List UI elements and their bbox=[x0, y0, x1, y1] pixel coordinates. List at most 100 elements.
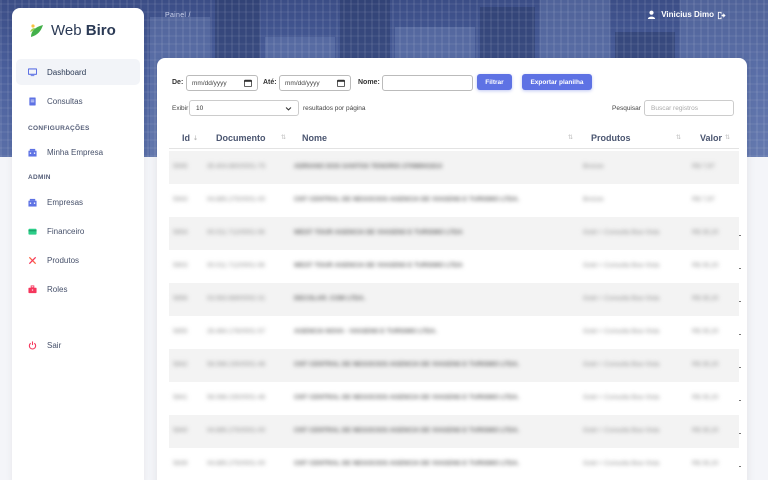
search-placeholder: Buscar registros bbox=[651, 104, 698, 112]
cell-id: 5842 bbox=[173, 361, 188, 368]
cell-product: Gold + Consulta Boa Vista bbox=[583, 295, 660, 302]
column-header-valor[interactable]: Valor bbox=[700, 133, 722, 143]
sidebar: Web Biro Dashboard Consultas CONFIGURAÇÕ… bbox=[12, 8, 144, 480]
cell-name: AGENCIA NOVA - VIAGENS E TURISMO LTDA. bbox=[294, 328, 438, 335]
column-header-id[interactable]: Id ⇣ bbox=[182, 133, 198, 143]
leaf-logo-icon bbox=[30, 23, 43, 37]
cell-value: R$ 7,97 bbox=[692, 163, 715, 170]
cell-value: R$ 35,20 bbox=[692, 361, 719, 368]
cell-name: WEST TOUR AGENCIA DE VIAGENS E TURISMO L… bbox=[294, 262, 463, 269]
from-label: De: bbox=[172, 79, 184, 86]
search-input[interactable]: Buscar registros bbox=[644, 100, 734, 116]
cell-doc: 00.011.712/0001-06 bbox=[207, 262, 265, 269]
row-overflow-marker bbox=[739, 433, 741, 434]
filter-button[interactable]: Filtrar bbox=[477, 74, 512, 90]
brand-name-bold: Biro bbox=[85, 22, 116, 39]
sidebar-item-dashboard[interactable]: Dashboard bbox=[16, 59, 140, 85]
cell-name: CNT CENTRAL DE NEGOCIOS AGENCIA DE VIAGE… bbox=[294, 460, 520, 467]
cell-name: CNT CENTRAL DE NEGOCIOS AGENCIA DE VIAGE… bbox=[294, 394, 520, 401]
cell-value: R$ 7,97 bbox=[692, 196, 715, 203]
to-label: Até: bbox=[263, 79, 277, 86]
cell-value: R$ 35,20 bbox=[692, 262, 719, 269]
table-row[interactable]: 5855 26.484.176/0001-57 AGENCIA NOVA - VIA… bbox=[169, 316, 739, 349]
sidebar-item-financeiro[interactable]: Financeiro bbox=[16, 218, 140, 244]
page-size-select[interactable]: 10 bbox=[189, 100, 299, 116]
column-header-produtos[interactable]: Produtos bbox=[591, 133, 631, 143]
column-header-label: Nome bbox=[302, 133, 328, 143]
cell-doc: 04.885.275/0001-00 bbox=[207, 460, 266, 467]
sort-icon[interactable]: ⇅ bbox=[725, 134, 730, 141]
cell-value: R$ 35,20 bbox=[692, 394, 719, 401]
user-menu[interactable]: Vinicius Dimo bbox=[647, 10, 714, 19]
cell-id: 5903 bbox=[173, 262, 188, 269]
name-input[interactable] bbox=[382, 75, 473, 91]
card-icon bbox=[28, 228, 37, 235]
table-row[interactable]: 5840 04.885.275/0001-00 CNT CENTRAL DE NEG… bbox=[169, 415, 739, 448]
cell-id: 5855 bbox=[173, 328, 188, 335]
table-row[interactable]: 5945 35.404.860/0001-75 ADRIANO DOS SANTOS… bbox=[169, 151, 739, 184]
sidebar-item-empresas[interactable]: Empresas bbox=[16, 189, 140, 215]
cell-id: 5841 bbox=[173, 394, 188, 401]
table-row[interactable]: 5842 58.088.235/0001-46 CNT CENTRAL DE NEG… bbox=[169, 349, 739, 382]
sidebar-item-sair[interactable]: Sair bbox=[16, 332, 140, 358]
column-header-nome[interactable]: Nome bbox=[302, 133, 327, 143]
document-icon bbox=[29, 96, 36, 106]
cell-product: Gold + Consulta Boa Vista bbox=[583, 460, 660, 467]
from-date-placeholder: mm/dd/yyyy bbox=[192, 79, 227, 87]
sidebar-item-label: Roles bbox=[47, 284, 68, 294]
cell-name: CNT CENTRAL DE NEGOCIOS AGENCIA DE VIAGE… bbox=[294, 427, 520, 434]
cell-product: Gold + Consulta Boa Vista bbox=[583, 361, 660, 368]
cell-name: ADRIANO DOS SANTOS TENORIO 27098941814 bbox=[294, 163, 442, 170]
monitor-icon bbox=[28, 67, 37, 76]
table-row[interactable]: 5839 04.885.275/0001-00 CNT CENTRAL DE NEG… bbox=[169, 448, 739, 480]
table-row[interactable]: 5903 00.011.712/0001-06 WEST TOUR AGENCIA … bbox=[169, 250, 739, 283]
sidebar-item-minha-empresa[interactable]: Minha Empresa bbox=[16, 139, 140, 165]
sidebar-item-roles[interactable]: Roles bbox=[16, 276, 140, 302]
row-overflow-marker bbox=[739, 268, 741, 269]
building-icon bbox=[28, 148, 37, 157]
column-header-label: Id bbox=[182, 133, 190, 143]
row-overflow-marker bbox=[739, 334, 741, 335]
search-label: Pesquisar bbox=[612, 105, 641, 112]
table-row[interactable]: 5904 00.011.712/0001-06 WEST TOUR AGENCIA … bbox=[169, 217, 739, 250]
section-label-configuracoes: CONFIGURAÇÕES bbox=[28, 125, 90, 132]
export-button[interactable]: Exportar planilha bbox=[522, 74, 592, 90]
cell-doc: 00.011.712/0001-06 bbox=[207, 229, 265, 236]
sort-icon[interactable]: ⇅ bbox=[676, 134, 681, 141]
user-name: Vinicius Dimo bbox=[661, 10, 714, 19]
column-header-label: Documento bbox=[216, 133, 266, 143]
from-date-input[interactable]: mm/dd/yyyy bbox=[186, 75, 258, 91]
cell-doc: 35.404.860/0001-75 bbox=[207, 163, 266, 170]
breadcrumb[interactable]: Painel / bbox=[165, 12, 191, 19]
brand-logo[interactable]: Web Biro bbox=[29, 22, 116, 39]
table-row[interactable]: 5856 03.563.689/0002-31 DECOLAR. COM LTDA.… bbox=[169, 283, 739, 316]
user-icon bbox=[648, 10, 656, 19]
sort-icon[interactable]: ⇅ bbox=[281, 134, 286, 141]
cell-id: 5945 bbox=[173, 163, 188, 170]
briefcase-icon bbox=[28, 284, 37, 293]
sidebar-item-label: Empresas bbox=[47, 197, 84, 207]
cell-name: DECOLAR. COM LTDA. bbox=[294, 295, 366, 302]
row-overflow-marker bbox=[739, 400, 741, 401]
cell-value: R$ 35,20 bbox=[692, 460, 719, 467]
sort-icon[interactable]: ⇅ bbox=[568, 134, 573, 141]
sidebar-item-label: Produtos bbox=[47, 255, 80, 265]
to-date-input[interactable]: mm/dd/yyyy bbox=[279, 75, 351, 91]
cell-product: Bronze bbox=[583, 196, 604, 203]
chevron-down-icon bbox=[285, 106, 292, 111]
calendar-icon bbox=[244, 79, 252, 87]
cell-id: 5904 bbox=[173, 229, 188, 236]
sidebar-item-produtos[interactable]: Produtos bbox=[16, 247, 140, 273]
logout-icon[interactable] bbox=[717, 11, 726, 20]
column-header-label: Produtos bbox=[591, 133, 631, 143]
column-header-documento[interactable]: Documento bbox=[216, 133, 266, 143]
column-header-label: Valor bbox=[700, 133, 723, 143]
cell-product: Gold + Consulta Boa Vista bbox=[583, 229, 660, 236]
table-row[interactable]: 5841 58.088.235/0001-46 CNT CENTRAL DE NEG… bbox=[169, 382, 739, 415]
sidebar-item-label: Minha Empresa bbox=[47, 147, 104, 157]
brand-name: Web bbox=[51, 22, 86, 39]
cell-product: Gold + Consulta Boa Vista bbox=[583, 328, 660, 335]
cell-id: 5856 bbox=[173, 295, 188, 302]
sidebar-item-consultas[interactable]: Consultas bbox=[16, 88, 140, 114]
table-row[interactable]: 5943 04.885.275/0001-00 CNT CENTRAL DE NEG… bbox=[169, 184, 739, 217]
